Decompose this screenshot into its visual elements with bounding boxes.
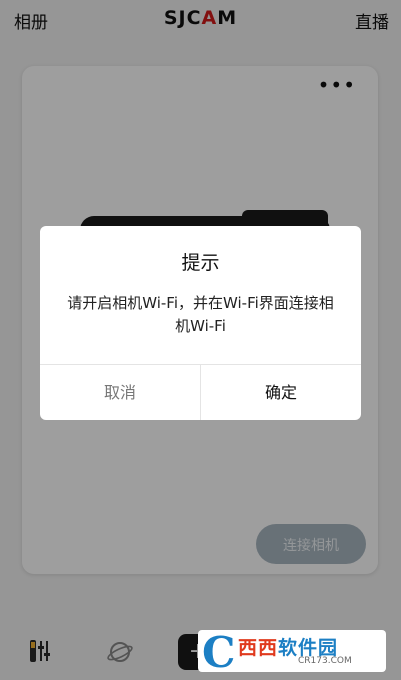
watermark-logo-icon: C [202,628,236,677]
dialog-actions: 取消 确定 [40,364,361,420]
cancel-button[interactable]: 取消 [40,365,200,420]
dialog-title: 提示 [181,252,220,274]
site-watermark: C 西西软件园 CR173.COM [198,628,386,677]
dialog-message: 请开启相机Wi-Fi，并在Wi-Fi界面连接相机Wi-Fi [67,294,334,335]
wifi-prompt-dialog: 提示 请开启相机Wi-Fi，并在Wi-Fi界面连接相机Wi-Fi 取消 确定 [40,226,361,420]
app-screen: 相册 SJCAM 直播 ••• 连接相机 + 提示 请开启相机Wi-Fi，并在W… [0,0,401,680]
watermark-subtitle: CR173.COM [298,656,352,666]
watermark-title-red: 西西 [238,637,279,659]
confirm-button[interactable]: 确定 [201,365,361,420]
